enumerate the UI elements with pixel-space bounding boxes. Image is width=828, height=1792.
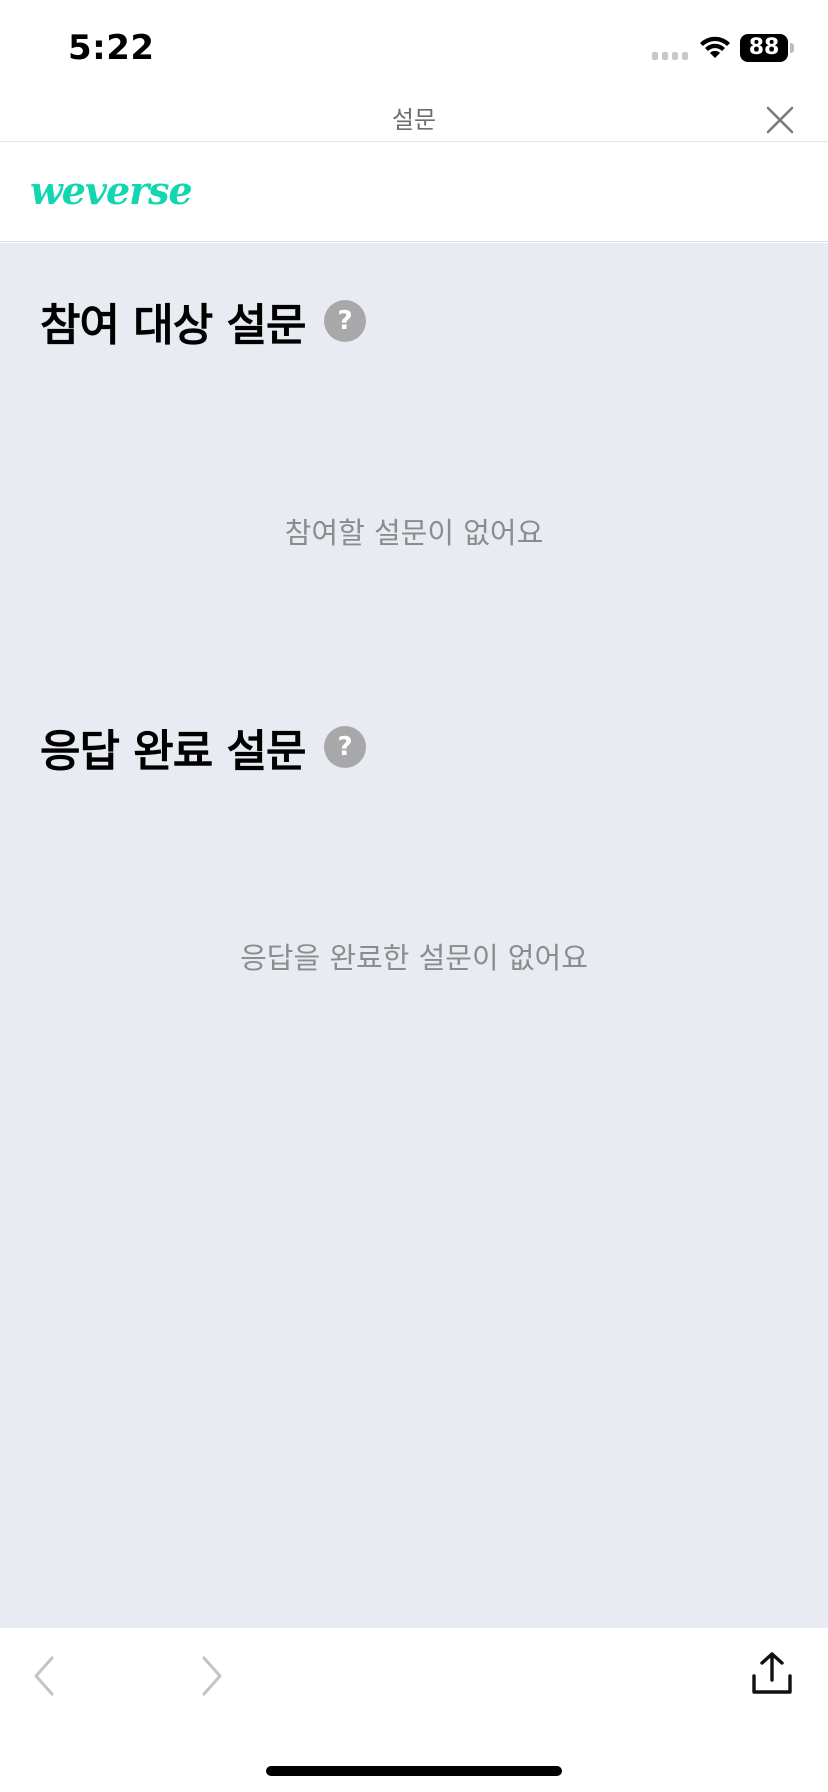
- wifi-icon: [700, 36, 730, 58]
- section-title-completed: 응답 완료 설문 ?: [40, 715, 366, 779]
- section-title-text: 참여 대상 설문: [40, 300, 307, 351]
- close-icon[interactable]: [762, 102, 798, 138]
- status-time: 5:22: [68, 28, 155, 68]
- help-icon[interactable]: ?: [323, 726, 366, 768]
- home-indicator[interactable]: [266, 1766, 562, 1776]
- battery-cap: [790, 43, 794, 53]
- page-title: 설문: [391, 106, 437, 134]
- status-bar: 5:22 88: [0, 0, 828, 96]
- help-icon[interactable]: ?: [323, 300, 366, 342]
- empty-state-eligible: 참여할 설문이 없어요: [284, 516, 544, 550]
- section-title-eligible: 참여 대상 설문 ?: [40, 289, 366, 353]
- section-title-text: 응답 완료 설문: [40, 726, 307, 777]
- forward-icon[interactable]: [196, 1654, 226, 1698]
- svg-text:weverse: weverse: [30, 170, 192, 213]
- brand-header: weverse: [0, 142, 828, 242]
- weverse-logo: weverse: [30, 170, 193, 213]
- share-icon[interactable]: [748, 1650, 796, 1698]
- survey-content: 참여 대상 설문 ? 참여할 설문이 없어요 응답 완료 설문 ? 응답을 완료…: [0, 243, 828, 1628]
- empty-state-completed: 응답을 완료한 설문이 없어요: [240, 941, 588, 975]
- back-icon[interactable]: [30, 1654, 60, 1698]
- battery-icon: 88: [740, 34, 788, 62]
- cellular-signal-icon: [652, 52, 688, 60]
- nav-bar: 설문: [0, 96, 828, 142]
